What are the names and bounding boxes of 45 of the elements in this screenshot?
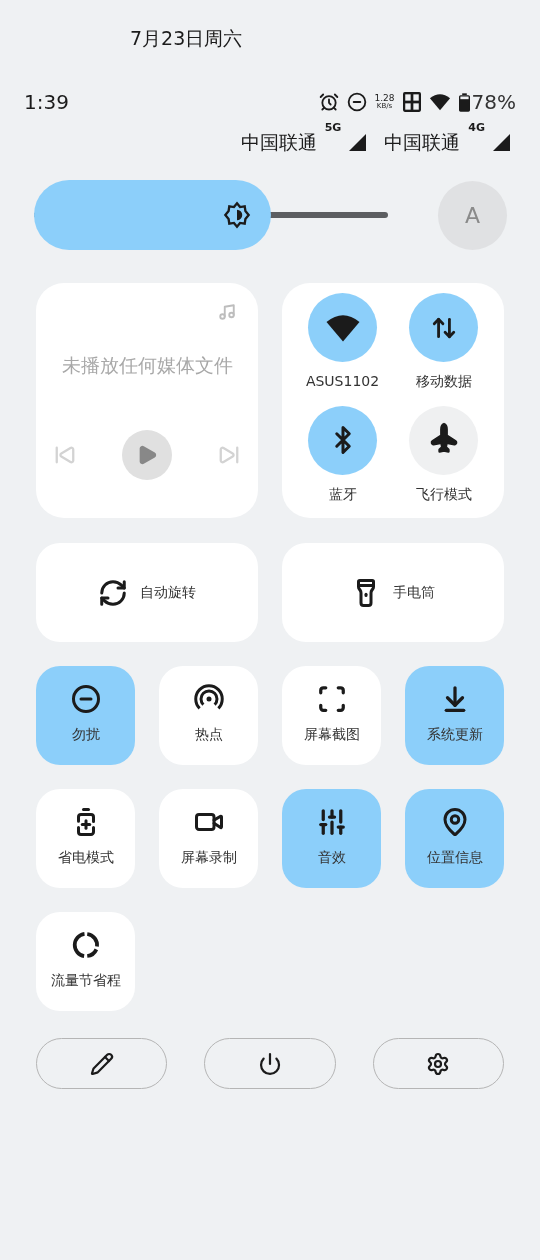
toggle-label: 蓝牙: [328, 484, 357, 504]
quick-setting-tile[interactable]: 屏幕截图: [282, 666, 381, 765]
carrier-name: 中国联通: [384, 129, 461, 155]
minus-circle-icon: [346, 92, 367, 112]
settings-icon: [426, 1051, 451, 1076]
brightness-slider[interactable]: [34, 180, 388, 250]
battery-percent: 78%: [471, 89, 516, 116]
quick-setting-tile[interactable]: 手电筒: [282, 543, 504, 642]
battery-icon: [458, 92, 470, 112]
quick-setting-tile[interactable]: 系统更新: [405, 666, 504, 765]
quick-setting-tile[interactable]: 位置信息: [405, 789, 504, 888]
minus-circle-icon: [70, 684, 101, 714]
next-icon: [218, 444, 240, 466]
quick-setting-tile[interactable]: 省电模式: [36, 789, 135, 888]
quick-setting-tile[interactable]: 屏幕录制: [159, 789, 258, 888]
music-note-icon: [218, 303, 236, 321]
edit-icon: [89, 1051, 114, 1076]
quick-setting-tile[interactable]: 音效: [282, 789, 381, 888]
network-speed: 1.28: [374, 94, 395, 103]
toggle-label: 飞行模式: [415, 484, 472, 504]
carrier-name: 中国联通: [240, 129, 317, 155]
signal-icon: [349, 133, 367, 151]
dual-sim-icon: [402, 92, 421, 112]
previous-icon: [54, 444, 76, 466]
screenshot-icon: [316, 684, 347, 714]
toggle-label: ASUS1102: [305, 372, 380, 391]
toggle-label: 移动数据: [415, 372, 472, 391]
wifi-icon: [428, 91, 451, 113]
clock: 1:39: [24, 89, 69, 116]
quick-setting-tile[interactable]: 热点: [159, 666, 258, 765]
signal-icon: [493, 133, 510, 151]
network-type: 5G: [324, 119, 342, 136]
alarm-icon: [318, 92, 339, 112]
play-button[interactable]: [122, 430, 172, 480]
quick-setting-tile[interactable]: 勿扰: [36, 666, 135, 765]
quick-setting-tile[interactable]: 流量节省程: [36, 912, 135, 1011]
brightness-icon: [223, 201, 252, 229]
rotate-icon: [98, 577, 128, 608]
network-type: 4G: [468, 119, 485, 136]
date: 7月23日周六: [130, 27, 243, 49]
power-icon: [258, 1051, 282, 1076]
quick-setting-tile[interactable]: 自动旋转: [36, 543, 258, 642]
data-saver-icon: [70, 930, 101, 960]
media-status: 未播放任何媒体文件: [61, 353, 233, 378]
sliders-icon: [316, 807, 347, 837]
